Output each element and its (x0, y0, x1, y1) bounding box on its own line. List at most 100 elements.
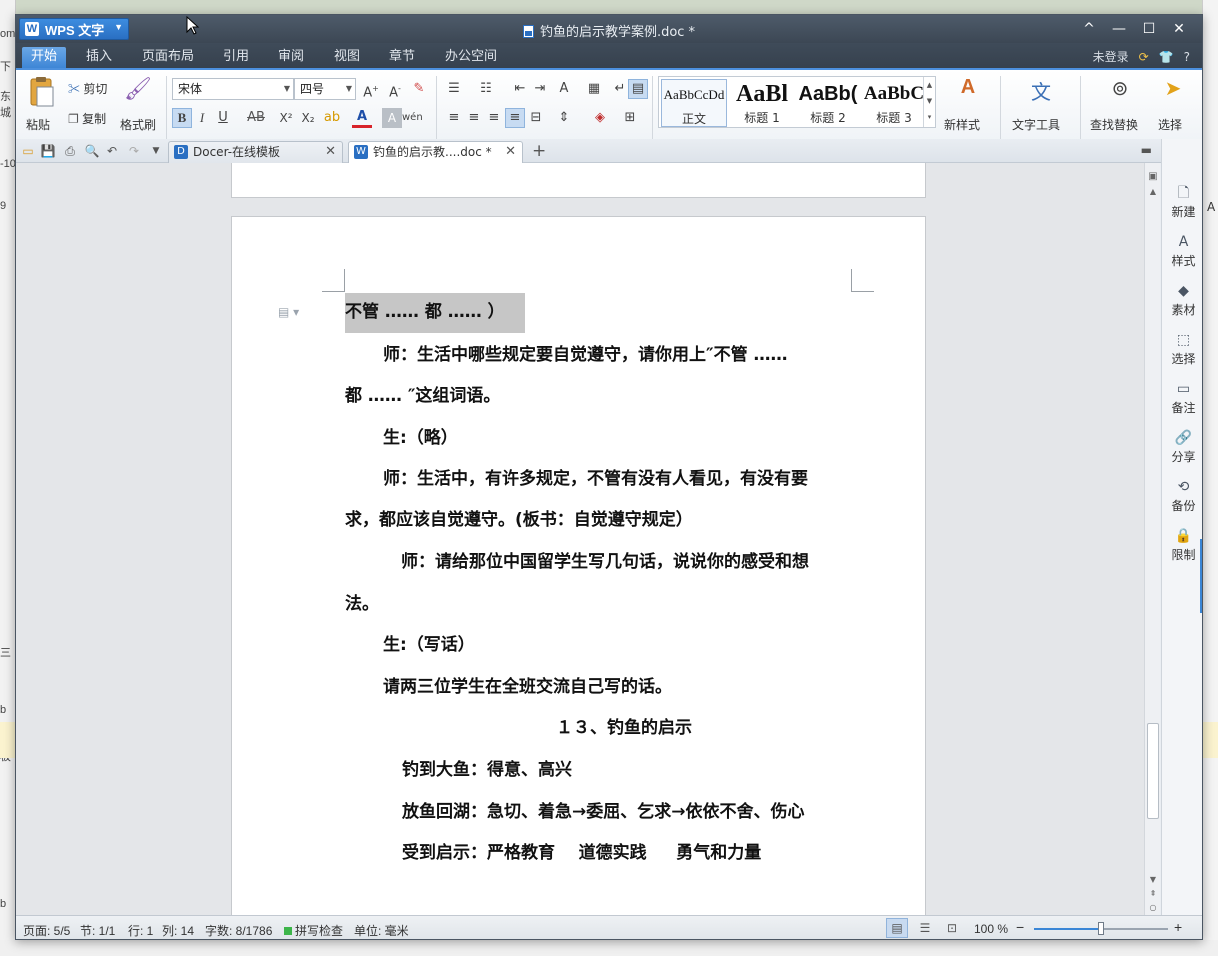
underline-button[interactable]: U (213, 108, 233, 128)
taskpane-materials[interactable]: ◆ 素材 (1162, 281, 1202, 318)
close-icon[interactable]: ✕ (505, 142, 516, 162)
web-view-icon[interactable]: ⊡ (941, 918, 963, 938)
align-right-icon[interactable]: ≡ (484, 108, 504, 128)
tab-chapter[interactable]: 章节 (380, 47, 424, 68)
font-size-select[interactable]: 四号 ▼ (294, 78, 356, 100)
taskpane-select[interactable]: ⬚ 选择 (1162, 330, 1202, 367)
format-painter-button[interactable]: 🖌 格式刷 (118, 76, 158, 132)
justify-icon[interactable]: ≡ (505, 108, 525, 128)
tab-references[interactable]: 引用 (214, 47, 258, 68)
paragraph-options-icon[interactable]: ▤ ▾ (278, 305, 299, 319)
grow-font-icon[interactable]: A+ (361, 79, 381, 100)
redo-icon[interactable]: ↷ (126, 143, 142, 159)
prev-page-icon[interactable]: ⇞ (1145, 889, 1161, 898)
bold-button[interactable]: B (172, 108, 192, 128)
document-page[interactable]: ▤ ▾ 不管 …… 都 …… ） 师：生活中哪些规定要自觉遵守，请你用上″不管 … (231, 216, 926, 915)
open-icon[interactable]: ▭ (20, 143, 36, 159)
shading-icon[interactable]: ◈ (590, 108, 610, 128)
text-tools-button[interactable]: 文 文字工具 (1010, 76, 1072, 132)
font-name-select[interactable]: 宋体 ▼ (172, 78, 294, 100)
page-view-icon[interactable]: ▤ (886, 918, 908, 938)
sync-icon[interactable]: ⟳ (1139, 50, 1149, 64)
zoom-slider-thumb[interactable] (1098, 922, 1104, 935)
decrease-indent-icon[interactable]: ⇤ (510, 79, 530, 99)
strikethrough-button[interactable]: AB (244, 108, 268, 128)
spell-check-toggle[interactable]: 拼写检查 (284, 922, 343, 939)
close-icon[interactable]: ✕ (325, 142, 336, 162)
taskpane-styles[interactable]: A 样式 (1162, 232, 1202, 269)
collapse-ribbon-button[interactable]: ^ (1074, 19, 1104, 39)
align-left-icon[interactable]: ≡ (444, 108, 464, 128)
taskpane-new[interactable]: 🗋 新建 (1162, 183, 1202, 220)
highlight-icon[interactable]: ab (322, 108, 342, 128)
style-heading-2[interactable]: AaBb( 标题 2 (795, 79, 861, 127)
style-normal[interactable]: AaBbCcDd 正文 (661, 79, 727, 127)
customize-qat-icon[interactable]: ▼ (148, 143, 164, 159)
gallery-scroll[interactable]: ▲ ▼ ▾ (923, 77, 935, 127)
split-view-icon[interactable]: ▣ (1145, 171, 1161, 182)
paste-button[interactable]: 粘贴 (26, 76, 62, 132)
undo-icon[interactable]: ↶ (104, 143, 120, 159)
font-color-button[interactable]: A (352, 108, 372, 128)
text-direction-icon[interactable]: A (554, 79, 574, 99)
taskpane-restrict[interactable]: 🔒 限制 (1162, 526, 1202, 563)
print-icon[interactable]: ⎙ (62, 143, 78, 159)
new-style-button[interactable]: A 新样式 (942, 76, 994, 132)
maximize-button[interactable]: ☐ (1134, 19, 1164, 39)
shrink-font-icon[interactable]: A- (385, 79, 405, 100)
tab-insert[interactable]: 插入 (77, 47, 121, 68)
align-center-icon[interactable]: ≡ (464, 108, 484, 128)
taskpane-expand-handle[interactable] (1200, 539, 1202, 613)
close-button[interactable]: ✕ (1164, 19, 1194, 39)
scroll-up-arrow[interactable]: ▲ (1145, 187, 1161, 196)
print-preview-icon[interactable]: 🔍 (84, 143, 100, 159)
tab-docer-templates[interactable]: D Docer-在线模板 ✕ (168, 141, 343, 163)
help-button[interactable]: ? (1184, 50, 1190, 64)
tab-review[interactable]: 审阅 (269, 47, 313, 68)
minimize-button[interactable]: — (1104, 19, 1134, 39)
zoom-out-button[interactable]: − (1016, 919, 1024, 935)
phonetic-guide-icon[interactable]: wén (402, 108, 423, 128)
tab-view[interactable]: 视图 (325, 47, 369, 68)
skin-icon[interactable]: 👕 (1159, 50, 1174, 64)
subscript-button[interactable]: X₂ (298, 108, 318, 128)
paragraph-mark-icon[interactable]: ↵ (610, 79, 630, 99)
document-area[interactable]: ▤ ▾ 不管 …… 都 …… ） 师：生活中哪些规定要自觉遵守，请你用上″不管 … (16, 163, 1144, 915)
show-hide-icon[interactable]: ▤ (628, 79, 648, 99)
distributed-icon[interactable]: ⊟ (526, 108, 546, 128)
save-icon[interactable]: 💾 (40, 143, 56, 159)
italic-button[interactable]: I (192, 108, 212, 128)
line-spacing-icon[interactable]: ⇕ (554, 108, 574, 128)
tab-home[interactable]: 开始 (22, 47, 67, 68)
table-icon[interactable]: ▦ (584, 79, 604, 99)
copy-button[interactable]: ❐ 复制 (68, 110, 106, 127)
tab-office-space[interactable]: 办公空间 (436, 47, 506, 68)
borders-icon[interactable]: ⊞ (620, 108, 640, 128)
tab-list-icon[interactable]: ▬ (1141, 143, 1152, 157)
superscript-button[interactable]: X² (276, 108, 296, 128)
select-button[interactable]: ➤ 选择 (1156, 76, 1190, 132)
zoom-in-button[interactable]: + (1174, 919, 1182, 935)
style-heading-1[interactable]: AaBl 标题 1 (729, 79, 795, 127)
numbering-icon[interactable]: ☷ (476, 79, 496, 99)
status-word-count[interactable]: 字数: 8/1786 (205, 922, 272, 939)
bullets-icon[interactable]: ☰ (444, 79, 464, 99)
increase-indent-icon[interactable]: ⇥ (530, 79, 550, 99)
vertical-scrollbar[interactable]: ▣ ▲ ▼ ⇞ ○ ⇟ (1144, 163, 1161, 926)
outline-view-icon[interactable]: ☰ (914, 918, 936, 938)
tab-current-document[interactable]: W 钓鱼的启示教....doc * ✕ (348, 141, 523, 163)
zoom-level[interactable]: 100 % (974, 922, 1008, 936)
browse-object-icon[interactable]: ○ (1145, 903, 1161, 912)
scroll-thumb[interactable] (1147, 723, 1159, 819)
scroll-down-arrow[interactable]: ▼ (1145, 875, 1161, 884)
taskpane-share[interactable]: 🔗 分享 (1162, 428, 1202, 465)
char-shading-icon[interactable]: A (382, 108, 402, 128)
style-heading-3[interactable]: AaBbC 标题 3 (861, 79, 927, 127)
taskpane-backup[interactable]: ⟲ 备份 (1162, 477, 1202, 514)
clear-format-icon[interactable]: ✎ (409, 79, 429, 99)
selected-text[interactable]: 不管 …… 都 …… ） (345, 293, 525, 333)
login-link[interactable]: 未登录 (1093, 48, 1129, 65)
taskpane-notes[interactable]: ▭ 备注 (1162, 379, 1202, 416)
zoom-slider[interactable] (1034, 922, 1168, 935)
find-replace-button[interactable]: ⊚ 查找替换 (1088, 76, 1152, 132)
